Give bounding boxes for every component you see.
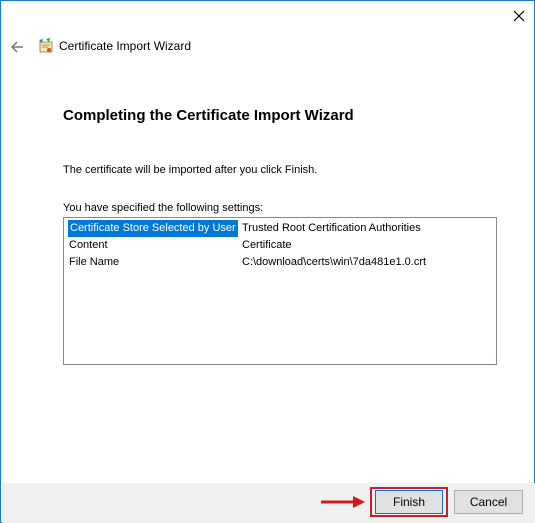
window-title: Certificate Import Wizard: [59, 39, 192, 53]
setting-value: C:\download\certs\win\7da481e1.0.crt: [242, 256, 427, 268]
settings-row[interactable]: File Name C:\download\certs\win\7da481e1…: [64, 254, 494, 271]
back-arrow-icon: [11, 41, 23, 53]
settings-list[interactable]: Certificate Store Selected by User Trust…: [63, 217, 497, 365]
finish-button[interactable]: Finish: [375, 490, 443, 514]
setting-name: Content: [69, 239, 108, 251]
cancel-button[interactable]: Cancel: [454, 490, 523, 514]
setting-name: File Name: [69, 256, 120, 268]
close-icon: [513, 10, 525, 22]
setting-value: Trusted Root Certification Authorities: [242, 222, 421, 234]
setting-name: Certificate Store Selected by User: [68, 220, 238, 237]
settings-row[interactable]: Certificate Store Selected by User Trust…: [64, 220, 494, 237]
back-button[interactable]: [7, 37, 27, 57]
red-arrow-icon: [321, 496, 365, 508]
page-heading: Completing the Certificate Import Wizard: [63, 107, 354, 124]
setting-value: Certificate: [242, 239, 292, 251]
wizard-window: Certificate Import Wizard Completing the…: [0, 0, 535, 523]
settings-row[interactable]: Content Certificate: [64, 237, 494, 254]
intro-text: The certificate will be imported after y…: [63, 164, 318, 176]
settings-label: You have specified the following setting…: [63, 202, 264, 214]
finish-highlight: Finish: [370, 487, 448, 517]
certificate-wizard-icon: [39, 38, 53, 53]
close-button[interactable]: [503, 3, 535, 29]
